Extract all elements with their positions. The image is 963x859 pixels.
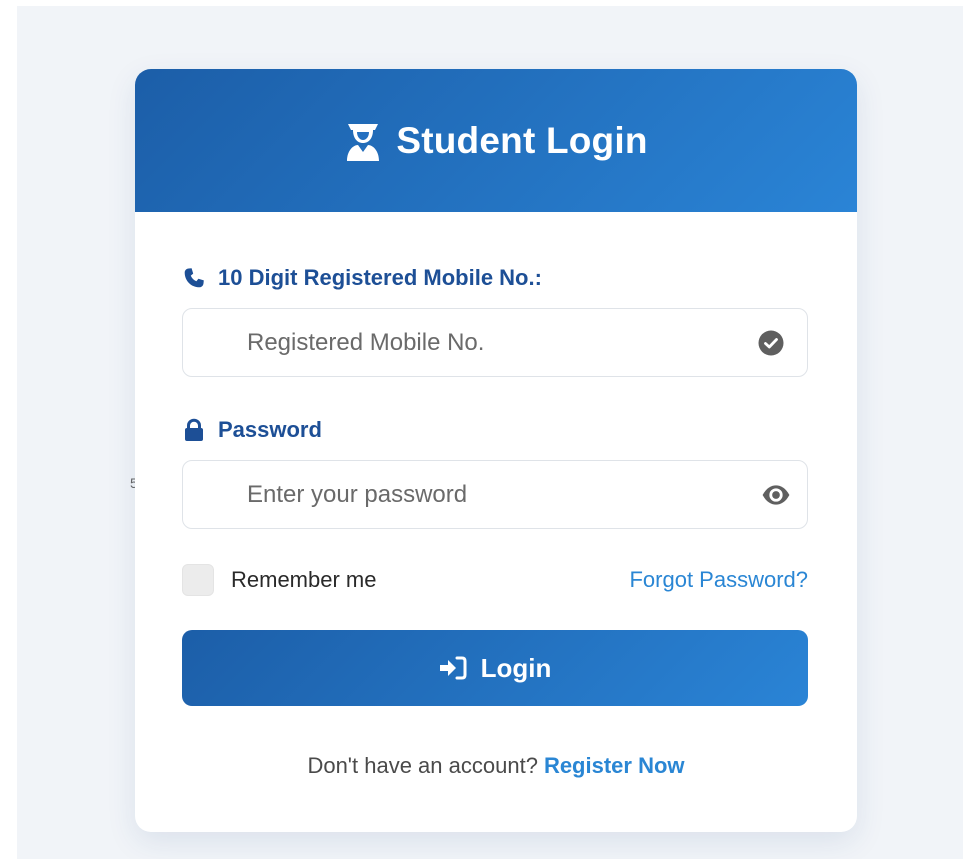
- register-row: Don't have an account? Register Now: [135, 753, 857, 779]
- password-input[interactable]: [247, 461, 727, 528]
- forgot-password-link[interactable]: Forgot Password?: [629, 567, 808, 593]
- lock-icon: [185, 418, 203, 441]
- mobile-input-wrapper: [182, 308, 808, 377]
- password-label-text: Password: [218, 417, 322, 442]
- sign-in-icon: [439, 656, 467, 680]
- register-now-link[interactable]: Register Now: [544, 753, 685, 778]
- remember-me-checkbox[interactable]: [182, 564, 214, 596]
- mobile-input[interactable]: [247, 309, 727, 376]
- password-input-wrapper: [182, 460, 808, 529]
- register-prompt: Don't have an account?: [307, 753, 538, 778]
- student-graduate-icon: [347, 123, 380, 161]
- remember-me-control[interactable]: Remember me: [182, 564, 376, 596]
- eye-icon[interactable]: [761, 480, 791, 510]
- login-button[interactable]: Login: [182, 630, 808, 706]
- remember-row: Remember me Forgot Password?: [182, 563, 808, 597]
- mobile-label: 10 Digit Registered Mobile No.:: [182, 265, 542, 291]
- remember-me-label[interactable]: Remember me: [231, 567, 376, 593]
- check-circle-icon: [758, 330, 784, 355]
- mobile-label-text: 10 Digit Registered Mobile No.:: [218, 265, 542, 290]
- phone-icon: [184, 268, 204, 288]
- login-card: Student Login 10 Digit Registered Mobile…: [135, 69, 857, 832]
- page-title: Student Login: [396, 119, 648, 161]
- password-label: Password: [182, 417, 322, 443]
- login-button-label: Login: [480, 652, 552, 683]
- card-header: Student Login: [135, 69, 857, 212]
